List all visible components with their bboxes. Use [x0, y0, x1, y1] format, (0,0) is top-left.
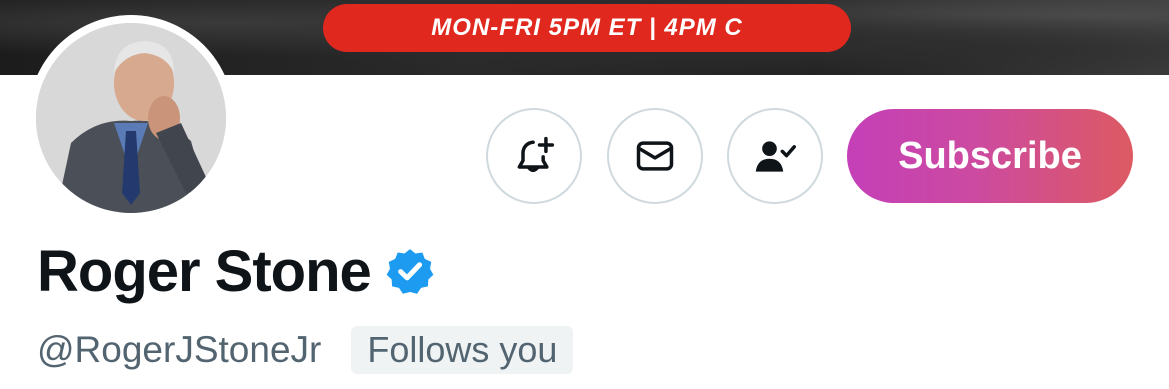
banner-schedule-text: MON-FRI 5PM ET | 4PM C: [431, 14, 743, 41]
envelope-icon: [636, 141, 674, 171]
follows-you-label: Follows you: [367, 329, 558, 370]
subscribe-label: Subscribe: [898, 134, 1082, 177]
bell-plus-icon: [517, 136, 555, 173]
avatar-photo: [36, 23, 226, 213]
handle-row: @RogerJStoneJr Follows you: [37, 325, 574, 375]
following-button[interactable]: [727, 108, 823, 204]
person-check-icon: [755, 141, 796, 172]
follows-you-badge: Follows you: [351, 326, 574, 374]
name-row: Roger Stone: [37, 236, 435, 306]
avatar[interactable]: [36, 23, 226, 213]
avatar-ring[interactable]: [28, 15, 234, 221]
message-button[interactable]: [607, 108, 703, 204]
subscribe-button[interactable]: Subscribe: [847, 109, 1133, 203]
profile-header: MON-FRI 5PM ET | 4PM C Subscribe Roger S…: [0, 0, 1169, 389]
verified-badge-icon[interactable]: [385, 246, 435, 296]
display-name: Roger Stone: [37, 238, 372, 304]
banner-schedule-pill: MON-FRI 5PM ET | 4PM C: [323, 4, 851, 52]
notifications-button[interactable]: [486, 108, 582, 204]
user-handle: @RogerJStoneJr: [37, 329, 322, 370]
